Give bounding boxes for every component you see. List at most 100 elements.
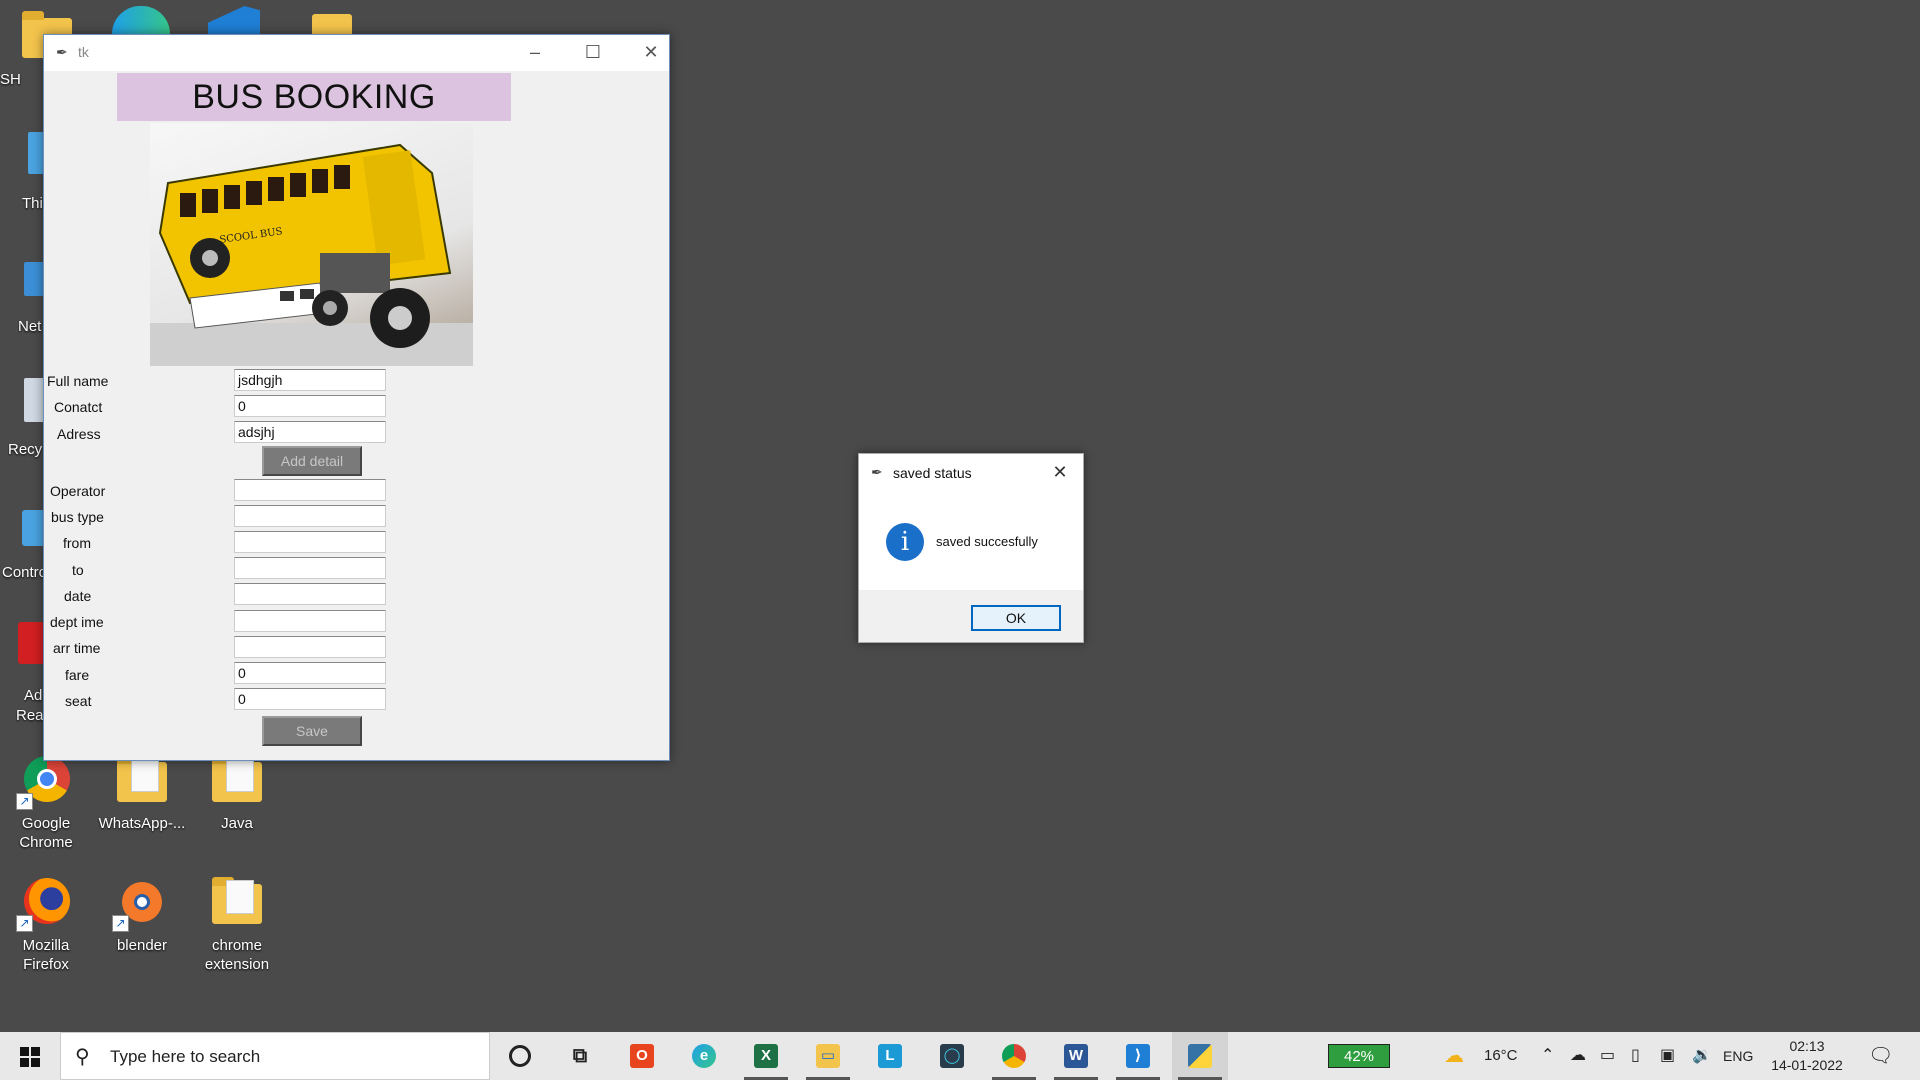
address-field[interactable]: adsjhj — [234, 421, 386, 443]
excel-icon: X — [754, 1044, 778, 1068]
maximize-button[interactable]: ☐ — [564, 35, 622, 71]
desktop-icon-label: WhatsApp-... — [98, 815, 186, 832]
battery-indicator[interactable]: 42% — [1328, 1044, 1390, 1068]
saved-status-dialog: ✒ saved status ✕ i saved succesfully OK — [858, 453, 1084, 643]
bus-type-label: bus type — [51, 509, 104, 525]
chrome-icon — [1002, 1044, 1026, 1068]
operator-field[interactable] — [234, 479, 386, 501]
onedrive-icon[interactable]: ☁ — [1570, 1032, 1586, 1080]
minimize-button[interactable]: – — [506, 35, 564, 71]
device-icon[interactable]: ▯ — [1631, 1032, 1640, 1080]
from-field[interactable] — [234, 531, 386, 553]
school-bus-illustration: SCOOL BUS — [150, 143, 473, 366]
page-title: BUS BOOKING SYSTEM — [117, 73, 511, 164]
dialog-message: saved succesfully — [936, 534, 1038, 549]
full-name-field[interactable]: jsdhgjh — [234, 369, 386, 391]
desktop-icon-label: Mozilla Firefox — [22, 937, 70, 973]
arr-time-label: arr time — [53, 640, 101, 656]
taskbar-edge[interactable]: e — [676, 1032, 732, 1080]
clock[interactable]: 02:13 14-01-2022 — [1765, 1037, 1849, 1075]
taskbar-excel[interactable]: X — [738, 1032, 794, 1080]
windows-logo-icon — [20, 1047, 40, 1067]
desktop-icon-mozilla-firefox[interactable]: ↗ Mozilla Firefox — [0, 874, 94, 974]
add-detail-button[interactable]: Add detail — [262, 446, 362, 476]
edge-icon[interactable] — [112, 6, 170, 34]
taskbar-office[interactable]: O — [614, 1032, 670, 1080]
seat-field[interactable]: 0 — [234, 688, 386, 710]
notification-icon[interactable]: 🗨 — [1868, 1032, 1893, 1080]
clock-date: 14-01-2022 — [1771, 1057, 1843, 1073]
clock-time: 02:13 — [1789, 1038, 1825, 1054]
date-label: date — [64, 588, 92, 604]
from-label: from — [63, 535, 91, 551]
cortana-button[interactable] — [492, 1032, 548, 1080]
bus-type-field[interactable] — [234, 505, 386, 527]
contact-field[interactable]: 0 — [234, 395, 386, 417]
arr-time-field[interactable] — [234, 636, 386, 658]
dialog-title: saved status — [893, 465, 972, 481]
taskbar: ⚲ Type here to search ⧉ O e X ▭ L ◯ W ⟩ … — [0, 1032, 1920, 1080]
volume-icon[interactable]: 🔉 — [1692, 1032, 1712, 1080]
full-name-label: Full name — [47, 373, 109, 389]
fare-field[interactable]: 0 — [234, 662, 386, 684]
desktop-icon-java-folder[interactable]: Java — [189, 752, 285, 833]
to-label: to — [72, 562, 84, 578]
window-title: tk — [78, 44, 89, 60]
address-label: Adress — [57, 426, 101, 442]
start-button[interactable] — [0, 1032, 60, 1080]
app-icon: ◯ — [940, 1044, 964, 1068]
tk-feather-icon: ✒ — [56, 44, 68, 60]
folder-icon — [212, 755, 262, 802]
folder-icon[interactable] — [312, 14, 352, 34]
to-field[interactable] — [234, 557, 386, 579]
search-placeholder: Type here to search — [110, 1047, 261, 1066]
bus-image: SCOOL BUS — [150, 123, 473, 366]
seat-label: seat — [65, 693, 92, 709]
taskbar-chrome[interactable] — [986, 1032, 1042, 1080]
task-view-button[interactable]: ⧉ — [552, 1032, 608, 1080]
network-icon[interactable]: ▭ — [1600, 1032, 1615, 1080]
display-icon[interactable]: ▣ — [1660, 1032, 1675, 1080]
desktop-icon-label: chrome extension — [204, 937, 270, 973]
search-icon: ⚲ — [75, 1046, 90, 1068]
vscode-icon: ⟩ — [1126, 1044, 1150, 1068]
weather-icon[interactable]: ☁ — [1444, 1032, 1464, 1080]
desktop-icon-label: Java — [221, 815, 253, 832]
ok-button[interactable]: OK — [971, 605, 1061, 631]
task-view-icon: ⧉ — [572, 1045, 588, 1067]
file-explorer-icon: ▭ — [816, 1044, 840, 1068]
search-input[interactable]: ⚲ Type here to search — [60, 1032, 490, 1080]
chevron-up-icon[interactable]: ⌃ — [1541, 1032, 1554, 1080]
taskbar-word[interactable]: W — [1048, 1032, 1104, 1080]
bus-booking-window: ✒ tk – ☐ ✕ BUS BOOKING SYSTEM SCOOL BUS — [43, 34, 670, 761]
desktop-icon-label: Google Chrome — [19, 815, 73, 851]
python-icon — [1188, 1044, 1212, 1068]
language-indicator[interactable]: ENG — [1723, 1032, 1753, 1080]
desktop-icon-google-chrome[interactable]: ↗ Google Chrome — [0, 752, 94, 852]
desktop-icon-label: blender — [116, 937, 168, 954]
dept-time-field[interactable] — [234, 610, 386, 632]
desktop-icon-whatsapp-folder[interactable]: WhatsApp-... — [94, 752, 190, 833]
shortcut-arrow-icon: ↗ — [16, 793, 33, 810]
word-icon: W — [1064, 1044, 1088, 1068]
taskbar-l-app[interactable]: L — [862, 1032, 918, 1080]
folder-icon — [212, 877, 262, 924]
vscode-icon[interactable] — [208, 6, 260, 34]
dialog-close-button[interactable]: ✕ — [1045, 458, 1075, 486]
dept-time-label: dept ime — [50, 614, 104, 630]
shortcut-arrow-icon: ↗ — [16, 915, 33, 932]
save-button[interactable]: Save — [262, 716, 362, 746]
taskbar-app[interactable]: ◯ — [924, 1032, 980, 1080]
tk-feather-icon: ✒ — [871, 464, 883, 480]
desktop-icon-blender[interactable]: ↗ blender — [94, 874, 190, 955]
weather-temperature[interactable]: 16°C — [1484, 1032, 1518, 1080]
office-icon: O — [630, 1044, 654, 1068]
desktop-icon-chrome-extension-folder[interactable]: chrome extension — [189, 874, 285, 974]
taskbar-file-explorer[interactable]: ▭ — [800, 1032, 856, 1080]
close-button[interactable]: ✕ — [622, 35, 680, 71]
contact-label: Conatct — [54, 399, 103, 415]
taskbar-python[interactable] — [1172, 1032, 1228, 1080]
window-titlebar[interactable]: ✒ tk – ☐ ✕ — [44, 35, 669, 71]
date-field[interactable] — [234, 583, 386, 605]
taskbar-vscode[interactable]: ⟩ — [1110, 1032, 1166, 1080]
